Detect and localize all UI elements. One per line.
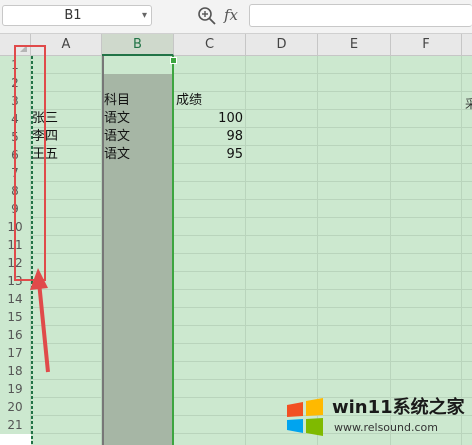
cell-b3[interactable]: 科目 <box>104 92 130 110</box>
annotation-arrow-icon <box>30 268 50 373</box>
column-gridline <box>317 56 318 445</box>
cell-b5[interactable]: 语文 <box>104 128 130 146</box>
spreadsheet-grid: A B C D E F 1 2 3 4 5 6 7 8 9 10 11 12 13 14 15 16 17 18 19 20 21 … <box>0 34 472 445</box>
row-header-18[interactable]: 18 <box>0 362 31 380</box>
watermark: win11系统之家 www.relsound.com <box>284 395 470 441</box>
column-header-f[interactable]: F <box>391 34 462 56</box>
column-gridline <box>461 56 462 445</box>
row-gridline <box>31 307 472 308</box>
zoom-search-icon[interactable] <box>197 6 217 26</box>
partial-text-right: 采 <box>465 97 472 111</box>
cell-area[interactable] <box>31 56 472 445</box>
chevron-down-icon[interactable]: ▾ <box>142 8 147 23</box>
name-box-value: B1 <box>64 8 82 23</box>
row-gridline <box>31 289 472 290</box>
column-header-e[interactable]: E <box>318 34 391 56</box>
watermark-title: win11系统之家 <box>332 397 465 418</box>
annotation-highlight-box <box>14 45 46 281</box>
row-gridline <box>31 73 472 74</box>
row-header-15[interactable]: 15 <box>0 308 31 326</box>
row-gridline <box>31 199 472 200</box>
cell-b6[interactable]: 语文 <box>104 146 130 164</box>
row-gridline <box>31 163 472 164</box>
row-gridline <box>31 145 472 146</box>
column-gridline <box>390 56 391 445</box>
row-gridline <box>31 217 472 218</box>
row-header-14[interactable]: 14 <box>0 290 31 308</box>
row-gridline <box>31 127 472 128</box>
cell-c6[interactable]: 95 <box>176 146 243 164</box>
column-header-partial <box>462 34 472 56</box>
active-cell[interactable] <box>104 56 172 74</box>
column-header-b[interactable]: B <box>102 34 174 56</box>
fill-handle[interactable] <box>170 57 177 64</box>
column-gridline <box>245 56 246 445</box>
windows-logo-icon <box>287 398 323 436</box>
row-gridline <box>31 379 472 380</box>
row-gridline <box>31 271 472 272</box>
row-header-21[interactable]: 21 <box>0 416 31 434</box>
row-gridline <box>31 361 472 362</box>
fx-label[interactable]: fx <box>224 5 238 25</box>
watermark-url: www.relsound.com <box>334 421 438 434</box>
column-header-d[interactable]: D <box>246 34 318 56</box>
cell-c5[interactable]: 98 <box>176 128 243 146</box>
column-header-c[interactable]: C <box>174 34 246 56</box>
row-gridline <box>31 181 472 182</box>
row-gridline <box>31 325 472 326</box>
row-header-17[interactable]: 17 <box>0 344 31 362</box>
cell-c3[interactable]: 成绩 <box>176 92 202 110</box>
row-gridline <box>31 91 472 92</box>
name-box[interactable]: B1 ▾ <box>2 5 152 26</box>
formula-bar: B1 ▾ fx <box>0 0 472 34</box>
row-gridline <box>31 253 472 254</box>
row-header-19[interactable]: 19 <box>0 380 31 398</box>
formula-input[interactable] <box>249 4 472 27</box>
row-gridline <box>31 235 472 236</box>
cell-c4[interactable]: 100 <box>176 110 243 128</box>
row-gridline <box>31 109 472 110</box>
row-header-20[interactable]: 20 <box>0 398 31 416</box>
cell-b4[interactable]: 语文 <box>104 110 130 128</box>
row-gridline <box>31 343 472 344</box>
row-header-16[interactable]: 16 <box>0 326 31 344</box>
